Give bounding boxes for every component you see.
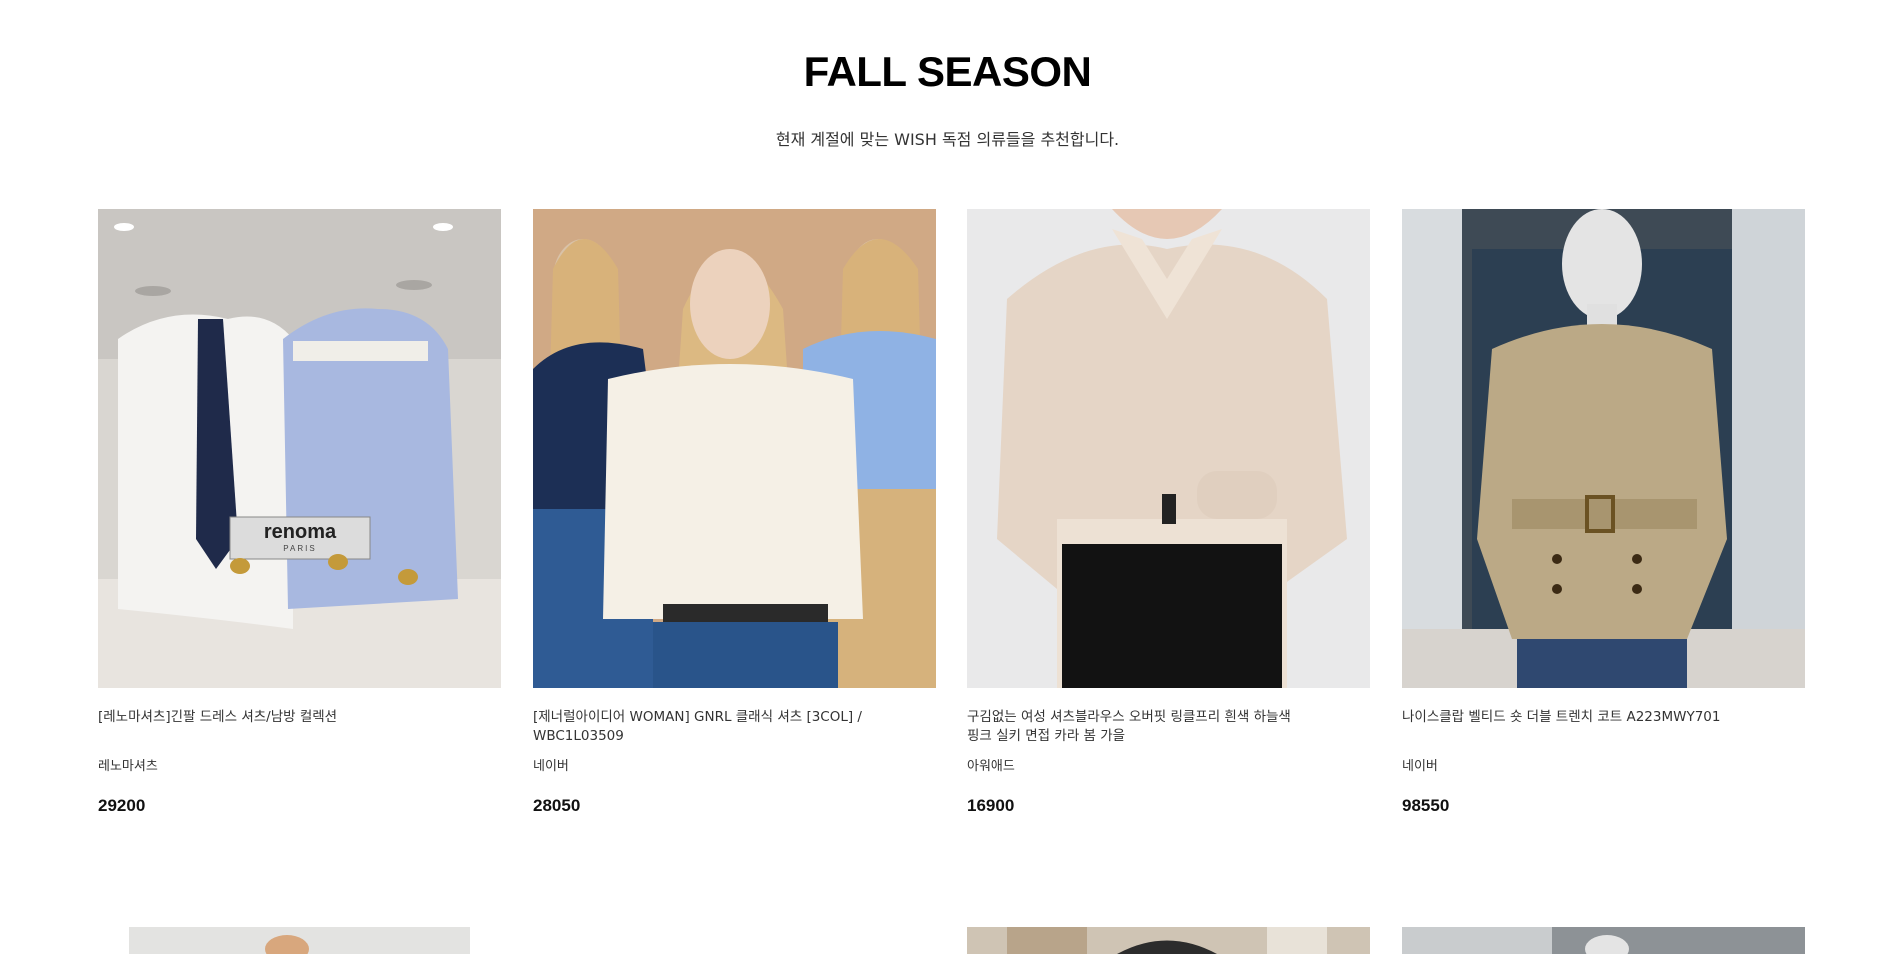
product-price: 16900 <box>967 796 1015 815</box>
product-brand: 아워애드 <box>967 759 1015 774</box>
product-image-row2-1[interactable] <box>129 927 470 954</box>
product-card[interactable]: 나이스클랍 벨티드 숏 더블 트렌치 코트 A223MWY701 네이버 985… <box>1402 209 1805 816</box>
product-price: 28050 <box>533 796 581 815</box>
product-image-blouse[interactable] <box>967 209 1370 688</box>
product-card[interactable]: 구김없는 여성 셔츠블라우스 오버핏 링클프리 흰색 하늘색 핑크 실키 면접 … <box>967 209 1370 816</box>
product-name[interactable]: [레노마셔츠]긴팔 드레스 셔츠/남방 컬렉션 <box>98 708 501 756</box>
product-name[interactable]: 나이스클랍 벨티드 숏 더블 트렌치 코트 A223MWY701 <box>1402 708 1805 756</box>
product-price: 29200 <box>98 796 146 815</box>
product-price: 98550 <box>1402 796 1450 815</box>
product-image-dress-shirts[interactable]: renoma PARIS <box>98 209 501 688</box>
product-image-trench-coat[interactable] <box>1402 209 1805 688</box>
product-image-classic-shirt[interactable] <box>533 209 936 688</box>
product-image-row2-4[interactable] <box>1402 927 1805 954</box>
product-brand: 레노마셔츠 <box>98 759 158 774</box>
product-brand: 네이버 <box>533 759 569 774</box>
section-title: FALL SEASON <box>803 48 1092 95</box>
product-card[interactable]: [제너럴아이디어 WOMAN] GNRL 클래식 셔츠 [3COL] / WBC… <box>533 209 936 816</box>
product-name[interactable]: 구김없는 여성 셔츠블라우스 오버핏 링클프리 흰색 하늘색 핑크 실키 면접 … <box>967 708 1370 756</box>
product-image-row2-3[interactable] <box>967 927 1370 954</box>
renoma-logo: renoma PARIS <box>263 521 337 553</box>
section-subtitle: 현재 계절에 맞는 WISH 독점 의류들을 추천합니다. <box>775 130 1120 149</box>
product-name[interactable]: [제너럴아이디어 WOMAN] GNRL 클래식 셔츠 [3COL] / WBC… <box>533 708 936 756</box>
product-card[interactable]: renoma PARIS [레노마셔츠]긴팔 드레스 셔츠/남방 컬렉션 레노마… <box>98 209 501 816</box>
product-brand: 네이버 <box>1402 759 1438 774</box>
